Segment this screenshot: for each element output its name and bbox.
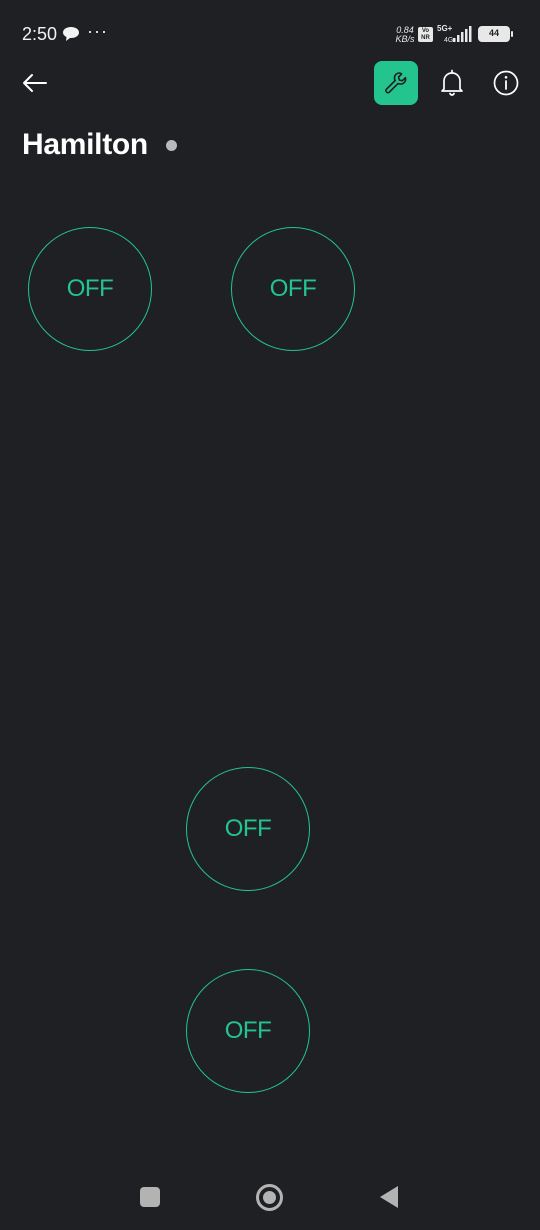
switch-button-2[interactable]: OFF — [231, 227, 355, 351]
signal-strength-icon: 4G — [444, 26, 472, 43]
battery-tip — [511, 31, 513, 37]
battery-level: 44 — [488, 28, 499, 38]
nav-back-button[interactable] — [379, 1185, 399, 1209]
device-name-title: Hamilton — [22, 128, 148, 161]
status-bar: 2:50 ··· 0.84 KB/s Vo NR 5G+ 4G 44 — [0, 0, 540, 64]
device-settings-button[interactable] — [374, 61, 418, 105]
battery-icon: 44 — [478, 26, 510, 42]
notifications-button[interactable] — [436, 67, 468, 99]
nav-home-button[interactable] — [256, 1184, 283, 1211]
circle-icon — [263, 1191, 276, 1204]
status-time: 2:50 — [22, 24, 58, 44]
info-icon — [493, 70, 519, 96]
arrow-left-icon — [23, 74, 47, 92]
switch-button-1[interactable]: OFF — [28, 227, 152, 351]
switch-button-3[interactable]: OFF — [186, 767, 310, 891]
bell-icon — [441, 69, 463, 96]
back-button[interactable] — [18, 66, 52, 100]
nav-recent-apps-button[interactable] — [140, 1187, 160, 1207]
chat-bubble-icon — [63, 27, 79, 41]
device-info-button[interactable] — [491, 68, 521, 98]
device-status-dot — [166, 140, 177, 151]
wrench-icon — [385, 72, 407, 94]
triangle-back-icon — [380, 1186, 398, 1208]
switch-button-4[interactable]: OFF — [186, 969, 310, 1093]
network-speed: 0.84 KB/s — [392, 26, 418, 44]
volte-badge: Vo NR — [418, 27, 433, 42]
more-notifications-icon: ··· — [87, 21, 108, 41]
network-speed-unit: KB/s — [395, 34, 415, 44]
network-sub-label: 4G — [444, 37, 453, 43]
